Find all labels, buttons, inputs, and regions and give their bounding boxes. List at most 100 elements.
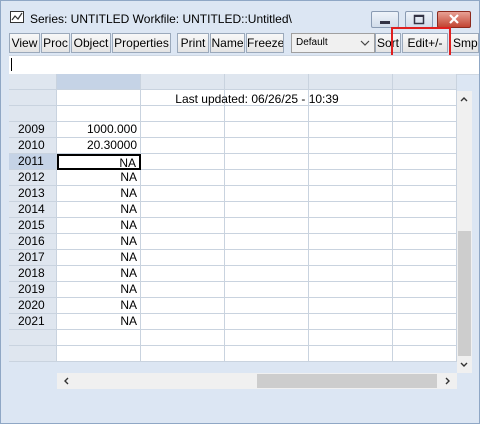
- series-value-cell[interactable]: NA: [57, 202, 141, 218]
- display-select[interactable]: Default: [291, 33, 375, 53]
- sheet-cell[interactable]: [393, 250, 457, 266]
- sheet-cell[interactable]: [225, 170, 309, 186]
- sheet-cell[interactable]: [393, 314, 457, 330]
- sheet-cell[interactable]: [225, 266, 309, 282]
- close-button[interactable]: [437, 11, 471, 28]
- view-button[interactable]: View: [9, 33, 40, 53]
- sheet-cell[interactable]: [309, 154, 393, 170]
- row-header-year[interactable]: 2015: [9, 218, 57, 234]
- sheet-cell[interactable]: [141, 170, 225, 186]
- sheet-cell[interactable]: [309, 250, 393, 266]
- sheet-cell[interactable]: [141, 202, 225, 218]
- series-value-cell[interactable]: NA: [57, 170, 141, 186]
- column-header[interactable]: [225, 74, 309, 90]
- column-header-corner[interactable]: [9, 74, 57, 90]
- sheet-cell[interactable]: [225, 298, 309, 314]
- column-header[interactable]: [141, 74, 225, 90]
- name-button[interactable]: Name: [210, 33, 245, 53]
- sheet-cell[interactable]: [309, 330, 393, 346]
- sheet-cell[interactable]: [225, 250, 309, 266]
- minimize-button[interactable]: [371, 11, 399, 28]
- scroll-up-icon[interactable]: [459, 94, 469, 104]
- row-header-year[interactable]: 2018: [9, 266, 57, 282]
- sheet-cell[interactable]: [225, 218, 309, 234]
- series-value-cell[interactable]: NA: [57, 314, 141, 330]
- sheet-cell[interactable]: [393, 202, 457, 218]
- sheet-cell[interactable]: [225, 330, 309, 346]
- scroll-right-icon[interactable]: [443, 376, 453, 386]
- series-value-cell[interactable]: 20.30000: [57, 138, 141, 154]
- row-header-year[interactable]: 2013: [9, 186, 57, 202]
- sheet-cell[interactable]: [141, 266, 225, 282]
- series-value-cell[interactable]: NA: [57, 266, 141, 282]
- row-header-year[interactable]: 2010: [9, 138, 57, 154]
- sheet-cell[interactable]: [309, 346, 393, 362]
- sheet-cell[interactable]: [393, 282, 457, 298]
- series-value-cell[interactable]: NA: [57, 250, 141, 266]
- sheet-cell[interactable]: [309, 170, 393, 186]
- series-value-cell[interactable]: NA: [57, 154, 141, 170]
- sheet-cell[interactable]: [225, 138, 309, 154]
- smpl-button[interactable]: Smpl: [449, 33, 479, 53]
- series-value-cell[interactable]: NA: [57, 234, 141, 250]
- sheet-cell[interactable]: [225, 282, 309, 298]
- series-value-cell[interactable]: NA: [57, 282, 141, 298]
- row-header[interactable]: [9, 90, 57, 106]
- sheet-cell[interactable]: [393, 234, 457, 250]
- row-header[interactable]: [9, 106, 57, 122]
- row-header-year[interactable]: 2019: [9, 282, 57, 298]
- row-header[interactable]: [9, 330, 57, 346]
- sheet-cell[interactable]: [141, 138, 225, 154]
- row-header-year[interactable]: 2016: [9, 234, 57, 250]
- horizontal-scroll-thumb[interactable]: [257, 374, 437, 388]
- sheet-cell[interactable]: [141, 330, 225, 346]
- sheet-cell[interactable]: [393, 298, 457, 314]
- row-header-year[interactable]: 2009: [9, 122, 57, 138]
- sheet-cell[interactable]: [225, 186, 309, 202]
- sheet-cell[interactable]: [393, 330, 457, 346]
- column-header[interactable]: [393, 74, 457, 90]
- sheet-cell[interactable]: [309, 122, 393, 138]
- column-header[interactable]: [309, 74, 393, 90]
- sheet-cell[interactable]: [141, 250, 225, 266]
- sheet-cell[interactable]: [141, 298, 225, 314]
- print-button[interactable]: Print: [177, 33, 209, 53]
- sheet-cell[interactable]: [309, 234, 393, 250]
- sheet-cell[interactable]: [393, 154, 457, 170]
- sheet-cell[interactable]: [141, 314, 225, 330]
- scroll-left-icon[interactable]: [61, 376, 71, 386]
- sheet-cell[interactable]: [225, 346, 309, 362]
- cell-edit-field[interactable]: [9, 55, 479, 75]
- row-header-year[interactable]: 2014: [9, 202, 57, 218]
- sheet-cell[interactable]: [309, 282, 393, 298]
- sheet-cell[interactable]: [309, 202, 393, 218]
- sheet-cell[interactable]: [393, 218, 457, 234]
- sheet-cell[interactable]: [141, 282, 225, 298]
- sheet-cell[interactable]: [225, 234, 309, 250]
- column-header[interactable]: [57, 74, 141, 90]
- sheet-cell[interactable]: [225, 122, 309, 138]
- series-value-cell[interactable]: NA: [57, 186, 141, 202]
- horizontal-scrollbar[interactable]: [57, 373, 457, 389]
- sheet-cell[interactable]: [141, 346, 225, 362]
- sheet-cell[interactable]: [225, 202, 309, 218]
- sheet-cell[interactable]: [309, 186, 393, 202]
- row-header-year[interactable]: 2021: [9, 314, 57, 330]
- series-value-cell[interactable]: 1000.000: [57, 122, 141, 138]
- row-header-year[interactable]: 2012: [9, 170, 57, 186]
- sheet-cell[interactable]: [309, 138, 393, 154]
- freeze-button[interactable]: Freeze: [246, 33, 284, 53]
- sheet-cell[interactable]: [225, 154, 309, 170]
- scroll-down-icon[interactable]: [459, 360, 469, 370]
- sheet-cell[interactable]: [225, 314, 309, 330]
- sheet-cell[interactable]: [141, 186, 225, 202]
- sheet-cell[interactable]: [309, 298, 393, 314]
- sheet-cell[interactable]: [57, 346, 141, 362]
- proc-button[interactable]: Proc: [41, 33, 70, 53]
- row-header-year[interactable]: 2020: [9, 298, 57, 314]
- sheet-cell[interactable]: [393, 346, 457, 362]
- sheet-cell[interactable]: [309, 218, 393, 234]
- series-value-cell[interactable]: NA: [57, 298, 141, 314]
- row-header[interactable]: [9, 346, 57, 362]
- properties-button[interactable]: Properties: [112, 33, 171, 53]
